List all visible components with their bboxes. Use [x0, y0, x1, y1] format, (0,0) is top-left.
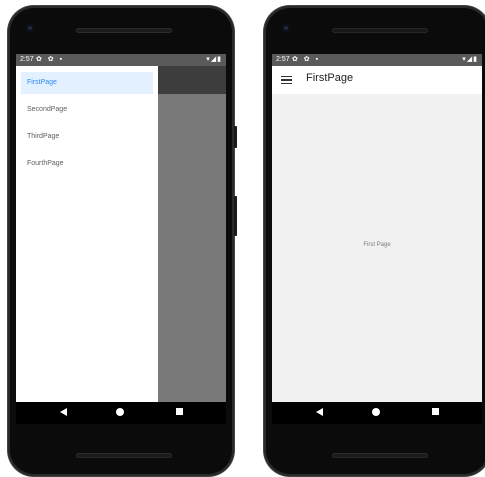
- status-notification-icons: ✿ ✿ ▪: [292, 56, 321, 63]
- system-nav-bar: [272, 402, 482, 424]
- drawer-item-secondpage[interactable]: SecondPage: [21, 99, 153, 121]
- content-label: First Page: [363, 242, 391, 248]
- recents-icon[interactable]: [176, 408, 183, 415]
- page-title: FirstPage: [306, 72, 354, 84]
- app-toolbar: FirstPage: [272, 66, 482, 94]
- status-notification-icons: ✿ ✿ ▪: [36, 56, 65, 63]
- hamburger-icon[interactable]: [281, 76, 292, 84]
- volume-button: [234, 196, 237, 236]
- phone-screen-left: 2:57 ✿ ✿ ▪ ▾◢▮ FirstPage SecondPage Thir…: [16, 54, 226, 402]
- system-nav-bar: [16, 402, 226, 424]
- phone-screen-right: 2:57 ✿ ✿ ▪ ▾◢▮ FirstPage First Page: [272, 54, 482, 402]
- drawer-item-fourthpage[interactable]: FourthPage: [21, 153, 153, 175]
- phone-frame-right: 2:57 ✿ ✿ ▪ ▾◢▮ FirstPage First Page: [264, 6, 485, 476]
- power-button: [234, 126, 237, 148]
- drawer-item-thirdpage[interactable]: ThirdPage: [21, 126, 153, 148]
- front-camera: [282, 24, 290, 32]
- back-icon[interactable]: [316, 408, 323, 416]
- earpiece-speaker: [76, 28, 172, 33]
- status-signal-battery-icons: ▾◢▮: [206, 56, 222, 63]
- home-icon[interactable]: [372, 408, 380, 416]
- bottom-speaker: [332, 453, 428, 458]
- status-time: 2:57: [20, 56, 34, 63]
- drawer-item-firstpage[interactable]: FirstPage: [21, 72, 153, 94]
- status-time: 2:57: [276, 56, 290, 63]
- home-icon[interactable]: [116, 408, 124, 416]
- recents-icon[interactable]: [432, 408, 439, 415]
- navigation-drawer: FirstPage SecondPage ThirdPage FourthPag…: [16, 66, 158, 402]
- phone-frame-left: 2:57 ✿ ✿ ▪ ▾◢▮ FirstPage SecondPage Thir…: [8, 6, 237, 476]
- status-bar: 2:57 ✿ ✿ ▪ ▾◢▮: [16, 54, 226, 66]
- page-content: First Page: [272, 94, 482, 402]
- status-bar: 2:57 ✿ ✿ ▪ ▾◢▮: [272, 54, 482, 66]
- back-icon[interactable]: [60, 408, 67, 416]
- bottom-speaker: [76, 453, 172, 458]
- status-signal-battery-icons: ▾◢▮: [462, 56, 478, 63]
- earpiece-speaker: [332, 28, 428, 33]
- front-camera: [26, 24, 34, 32]
